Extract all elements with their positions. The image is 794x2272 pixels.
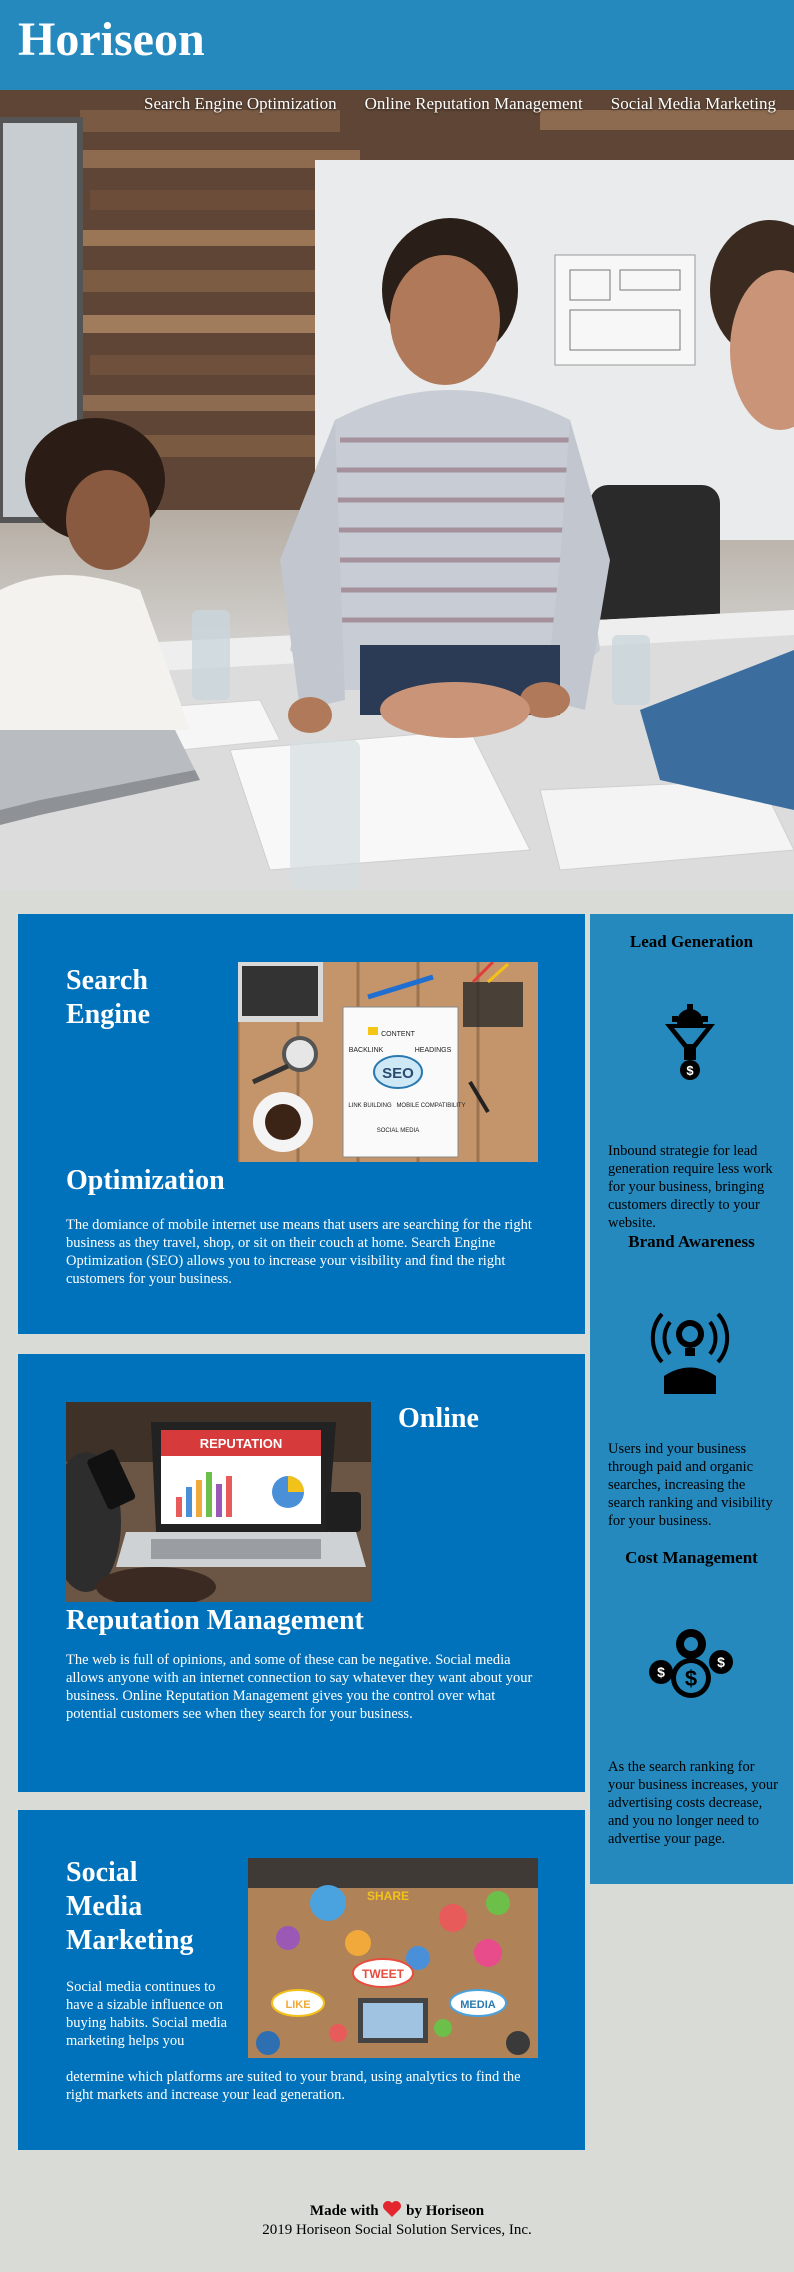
lead-generation-title: Lead Generation (629, 932, 754, 951)
footer-copyright: 2019 Horiseon Social Solution Services, … (262, 2222, 532, 2238)
footer-made-with: Made with by Horiseon (0, 2200, 794, 2220)
brand-awareness-text: Users ind your business through paid and… (608, 1441, 773, 1529)
nav-link-seo[interactable]: Search Engine Optimization (144, 94, 337, 114)
seo-image-label: SEO (382, 1065, 414, 1082)
site-footer: Made with by Horiseon 2019 Horiseon Soci… (0, 2200, 794, 2239)
smm-word: SHARE (367, 1889, 409, 1903)
seo-title-line1: Search (66, 965, 148, 996)
benefits-sidebar: Lead Generation $ Inbound strategie for … (590, 914, 793, 1884)
heart-icon (383, 2201, 402, 2217)
cost-management-title: Cost Management (625, 1548, 758, 1567)
lead-generation-icon: $ (665, 1004, 715, 1080)
cost-management-icon: $ $ $ (649, 1629, 733, 1698)
svg-text:$: $ (685, 1666, 697, 1691)
smm-card: Social Media Marketing SHARE TWEET LIKE … (18, 1810, 585, 2150)
main-nav: Search Engine Optimization Online Reputa… (0, 90, 794, 118)
site-header: Horiseon (0, 0, 794, 90)
seo-text: The domiance of mobile internet use mean… (66, 1217, 532, 1287)
footer-made-prefix: Made with (309, 2203, 379, 2219)
smm-image: SHARE TWEET LIKE MEDIA (248, 1858, 538, 2058)
smm-title-line2: Media (66, 1891, 143, 1922)
orm-text: The web is full of opinions, and some of… (66, 1652, 533, 1722)
smm-text-wide: determine which platforms are suited to … (66, 2069, 521, 2103)
footer-made-suffix: by Horiseon (406, 2203, 485, 2219)
brand-awareness-icon (650, 1312, 730, 1394)
seo-word: BACKLINK (349, 1047, 384, 1054)
svg-text:$: $ (686, 1063, 694, 1078)
lead-generation-text: Inbound strategie for lead generation re… (608, 1143, 773, 1231)
seo-image: SEO CONTENT BACKLINK HEADINGS LINK BUILD… (238, 962, 538, 1162)
svg-text:$: $ (657, 1664, 665, 1680)
orm-image: REPUTATION (66, 1402, 371, 1602)
smm-title-line3: Marketing (66, 1925, 194, 1956)
seo-title-line2: Engine (66, 999, 151, 1030)
hero-photo (0, 90, 794, 890)
seo-word: SOCIAL MEDIA (377, 1128, 419, 1134)
site-logo[interactable]: Horiseon (18, 13, 205, 67)
orm-title-line1: Online (398, 1403, 479, 1434)
seo-word: LINK BUILDING (348, 1103, 392, 1109)
orm-card: Online REPUTATION Reputation Management … (18, 1354, 585, 1792)
hero-image: Search Engine Optimization Online Reputa… (0, 90, 794, 890)
smm-word: MEDIA (460, 1999, 496, 2011)
smm-text-narrow: Social media continues to have a sizable… (66, 1979, 228, 2049)
seo-title-line3: Optimization (66, 1165, 225, 1196)
smm-word: TWEET (362, 1967, 405, 1981)
smm-word: LIKE (285, 1999, 310, 2011)
brand-awareness-title: Brand Awareness (628, 1232, 755, 1251)
seo-word: MOBILE COMPATIBILITY (396, 1103, 465, 1109)
svg-text:$: $ (717, 1654, 725, 1670)
seo-word: CONTENT (381, 1031, 416, 1038)
seo-word: HEADINGS (415, 1047, 452, 1054)
nav-link-orm[interactable]: Online Reputation Management (365, 94, 583, 114)
orm-title-line2: Reputation Management (66, 1605, 364, 1636)
seo-card: Search Engine SEO CONTENT BACKLINK HEADI… (18, 914, 585, 1334)
orm-image-label: REPUTATION (200, 1436, 283, 1451)
nav-link-smm[interactable]: Social Media Marketing (611, 94, 776, 114)
smm-title-line1: Social (66, 1857, 138, 1888)
cost-management-text: As the search ranking for your business … (608, 1759, 778, 1847)
